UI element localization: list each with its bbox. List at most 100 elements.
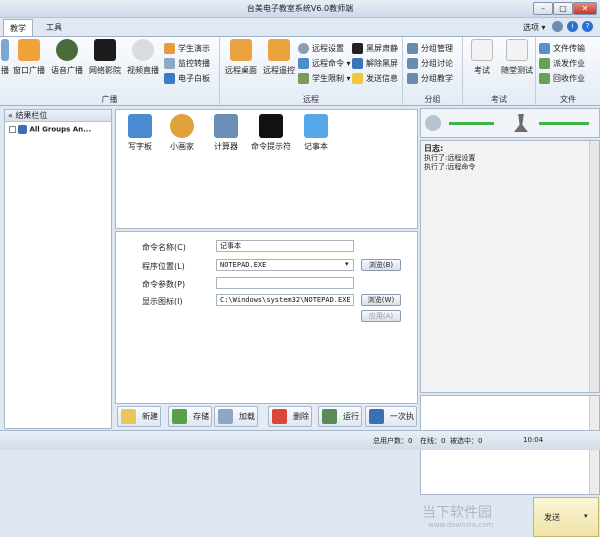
- broadcast-small-buttons: 学生演示 监控转播 电子白板: [164, 41, 210, 86]
- video-live-button[interactable]: 视频直播: [124, 39, 162, 76]
- save-button[interactable]: 存储: [168, 406, 212, 427]
- student-restrict-button[interactable]: 学生限制 ▾: [298, 71, 351, 86]
- tab-tools[interactable]: 工具: [40, 19, 68, 36]
- run-icon: [322, 409, 337, 424]
- remote-desktop-button[interactable]: 远程桌面: [222, 39, 260, 76]
- monitor-icon: [164, 58, 175, 69]
- settings-icon[interactable]: [552, 21, 563, 32]
- screen-icon: [352, 58, 363, 69]
- monitor-relay-button[interactable]: 监控转播: [164, 56, 210, 71]
- delete-button[interactable]: 删除: [268, 406, 312, 427]
- command-name-input[interactable]: 记事本: [216, 240, 354, 252]
- button-label: 新建: [142, 412, 158, 421]
- assign-homework-button[interactable]: 派发作业: [539, 56, 585, 71]
- file-transfer-icon: [539, 43, 550, 54]
- status-time: 10:04: [523, 436, 544, 444]
- run-once-button[interactable]: 一次执行: [365, 406, 417, 440]
- label: 分组管理: [421, 44, 453, 53]
- student-demo-button[interactable]: 学生演示: [164, 41, 210, 56]
- black-screen-icon: [352, 43, 363, 54]
- group-label: 文件: [560, 95, 576, 104]
- group-discuss-button[interactable]: 分组讨论: [407, 56, 453, 71]
- collect-homework-button[interactable]: 回收作业: [539, 71, 585, 86]
- maximize-button[interactable]: □: [553, 2, 573, 15]
- app-label: 计算器: [214, 142, 238, 151]
- app-label: 命令提示符: [251, 142, 291, 151]
- film-icon: [94, 39, 116, 61]
- assign-icon: [539, 58, 550, 69]
- group-manage-button[interactable]: 分组管理: [407, 41, 453, 56]
- app-paint[interactable]: 小画家: [162, 114, 202, 152]
- run-button[interactable]: 运行: [318, 406, 362, 427]
- tree-item-label: All Groups An...: [29, 125, 92, 134]
- browse-icon-button[interactable]: 浏览(W): [361, 294, 401, 306]
- button-label: 远程遥控: [263, 66, 295, 75]
- app-label: 小画家: [170, 142, 194, 151]
- chevron-down-icon[interactable]: ▾: [584, 512, 588, 520]
- discuss-icon: [407, 58, 418, 69]
- log-lines: 执行了:远程设置 执行了:远程命令: [424, 154, 475, 172]
- group-label: 考试: [491, 95, 507, 104]
- chevron-down-icon[interactable]: ▾: [345, 260, 349, 268]
- info-icon[interactable]: i: [567, 21, 578, 32]
- broadcast-button[interactable]: 播: [0, 39, 10, 76]
- window-broadcast-button[interactable]: 窗口广播: [10, 39, 48, 76]
- app-calculator[interactable]: 计算器: [206, 114, 246, 152]
- button-label: 网络影院: [89, 66, 121, 75]
- remote-settings-button[interactable]: 远程设置: [298, 41, 351, 56]
- group-label: 广播: [101, 95, 118, 104]
- tab-teaching[interactable]: 教学: [3, 19, 33, 36]
- action-bar: 新建 存储 加载 删除 运行 一次执行: [115, 404, 418, 440]
- result-panel-header[interactable]: « 结果栏位: [5, 110, 111, 122]
- quiz-button[interactable]: 随堂测试: [499, 39, 535, 76]
- send-button[interactable]: 发送 ▾: [533, 497, 599, 537]
- program-path-select[interactable]: NOTEPAD.EXE: [216, 259, 354, 271]
- send-message-button[interactable]: 发送信息: [352, 71, 398, 86]
- tree-item-all-groups[interactable]: All Groups An...: [9, 125, 91, 134]
- minimize-button[interactable]: –: [533, 2, 553, 15]
- demo-icon: [164, 43, 175, 54]
- voice-broadcast-button[interactable]: 语音广播: [48, 39, 86, 76]
- remote-control-button[interactable]: 远程遥控: [260, 39, 298, 76]
- label: 分组教学: [421, 74, 453, 83]
- log-line: 执行了:远程命令: [424, 163, 476, 171]
- new-button[interactable]: 新建: [117, 406, 161, 427]
- label: 黑屏肃静: [366, 44, 398, 53]
- status-online: 在线：0: [420, 437, 446, 445]
- button-label: 语音广播: [51, 66, 83, 75]
- mic-volume-slider[interactable]: [539, 122, 589, 125]
- collect-icon: [539, 73, 550, 84]
- group-teach-button[interactable]: 分组教学: [407, 71, 453, 86]
- help-icon[interactable]: ?: [582, 21, 593, 32]
- button-label: 考试: [474, 66, 490, 75]
- send-label: 发送: [544, 513, 560, 522]
- app-notepad[interactable]: 记事本: [296, 114, 336, 152]
- app-cmd[interactable]: 命令提示符: [248, 114, 294, 152]
- command-panel: 命令名称(C) 记事本 程序位置(L) NOTEPAD.EXE ▾ 浏览(B) …: [115, 231, 418, 404]
- file-transfer-button[interactable]: 文件传输: [539, 41, 585, 56]
- restrict-icon: [298, 73, 309, 84]
- close-button[interactable]: ✕: [573, 2, 597, 15]
- app-panel: 写字板 小画家 计算器 命令提示符 记事本: [115, 109, 418, 229]
- ribbon-group-broadcast: 播 窗口广播 语音广播 网络影院 视频直播 学生演示 监控转播 电子白板 广播: [0, 37, 220, 107]
- app-label: 写字板: [128, 142, 152, 151]
- command-icon: [298, 58, 309, 69]
- black-screen-button[interactable]: 黑屏肃静: [352, 41, 398, 56]
- checkbox[interactable]: [9, 126, 16, 133]
- browse-path-button[interactable]: 浏览(B): [361, 259, 401, 271]
- whiteboard-button[interactable]: 电子白板: [164, 71, 210, 86]
- app-wordpad[interactable]: 写字板: [120, 114, 160, 152]
- log-scrollbar[interactable]: [589, 141, 599, 392]
- speaker-volume-slider[interactable]: [449, 122, 494, 125]
- ribbon-group-file: 文件传输 派发作业 回收作业 文件: [536, 37, 600, 107]
- unblack-screen-button[interactable]: 解除黑屏: [352, 56, 398, 71]
- apply-button[interactable]: 应用(A): [361, 310, 401, 322]
- remote-command-button[interactable]: 远程命令 ▾: [298, 56, 351, 71]
- load-button[interactable]: 加载: [214, 406, 258, 427]
- exam-button[interactable]: 考试: [465, 39, 499, 76]
- command-params-input[interactable]: [216, 277, 354, 289]
- network-cinema-button[interactable]: 网络影院: [86, 39, 124, 76]
- label: 远程命令 ▾: [312, 59, 351, 68]
- display-icon-input[interactable]: C:\Windows\system32\NOTEPAD.EXE: [216, 294, 354, 306]
- options-menu[interactable]: 选项 ▾: [523, 22, 546, 33]
